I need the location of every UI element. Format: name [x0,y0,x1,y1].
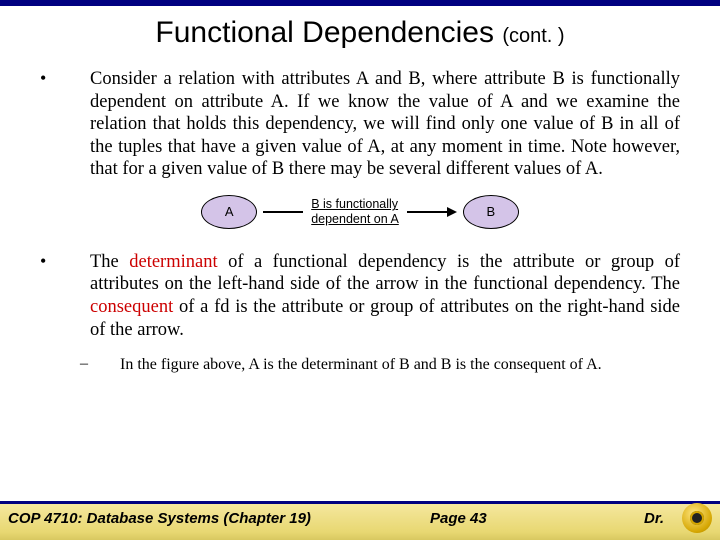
paragraph-2: The determinant of a functional dependen… [90,251,680,341]
arrow-line-left [263,211,303,213]
sub-bullet-marker: – [80,355,120,375]
arrow-line-right [407,211,447,213]
sub-paragraph: In the figure above, A is the determinan… [120,355,602,375]
bullet-item-2: • The determinant of a functional depend… [40,251,680,341]
footer-course: COP 4710: Database Systems (Chapter 19) [8,510,311,527]
ellipse-b: B [463,195,519,229]
arrow-label: B is functionally dependent on A [311,197,399,226]
arrow-group: B is functionally dependent on A [263,197,457,226]
p2-consequent: consequent [90,297,173,317]
footer-author: Dr. [644,510,664,527]
slide-body: • Consider a relation with attributes A … [0,68,720,375]
title-main: Functional Dependencies [155,16,502,49]
p2-pre: The [90,252,129,272]
arrow-label-line2: dependent on A [311,212,399,226]
p2-determinant: determinant [129,252,217,272]
footer-content: COP 4710: Database Systems (Chapter 19) … [0,504,720,532]
bullet-marker: • [40,251,90,341]
ucf-logo-icon [682,503,712,533]
ellipse-a: A [201,195,257,229]
paragraph-1: Consider a relation with attributes A an… [90,68,680,181]
slide-footer: COP 4710: Database Systems (Chapter 19) … [0,501,720,540]
header-bar [0,0,720,6]
footer-bottom-strip [0,532,720,540]
bullet-item-1: • Consider a relation with attributes A … [40,68,680,181]
slide-title: Functional Dependencies (cont. ) [0,16,720,50]
arrow-head-icon [447,207,457,217]
bullet-marker: • [40,68,90,181]
arrow-label-line1: B is functionally [311,197,398,211]
title-cont: (cont. ) [502,25,564,47]
fd-diagram: A B is functionally dependent on A B [40,195,680,229]
sub-bullet-item: – In the figure above, A is the determin… [80,355,680,375]
footer-page: Page 43 [430,510,487,527]
p2-post: of a fd is the attribute or group of att… [90,297,680,340]
